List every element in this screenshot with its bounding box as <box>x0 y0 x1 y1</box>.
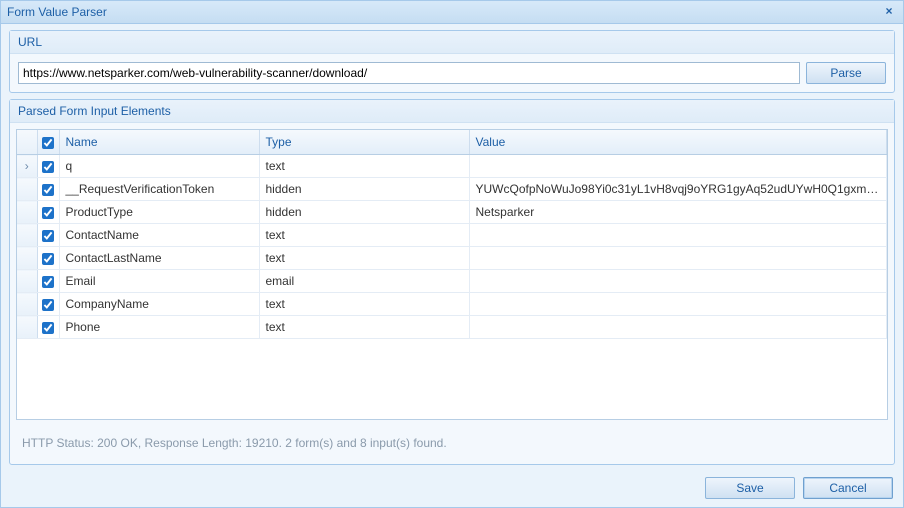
table-row[interactable]: CompanyNametext <box>17 293 887 316</box>
cell-value <box>469 247 887 270</box>
url-section: URL Parse <box>9 30 895 93</box>
dialog-footer: Save Cancel <box>1 471 903 507</box>
cell-value <box>469 224 887 247</box>
row-indicator <box>17 316 37 339</box>
parsed-section: Parsed Form Input Elements Name Type Val… <box>9 99 895 465</box>
row-indicator <box>17 178 37 201</box>
cell-value <box>469 316 887 339</box>
row-indicator <box>17 247 37 270</box>
table-row[interactable]: ProductTypehiddenNetsparker <box>17 201 887 224</box>
cell-type: text <box>259 316 469 339</box>
cell-value: YUWcQofpNoWuJo98Yi0c31yL1vH8vqj9oYRG1gyA… <box>469 178 887 201</box>
cell-name: Phone <box>59 316 259 339</box>
row-check-cell[interactable] <box>37 155 59 178</box>
row-checkbox[interactable] <box>42 184 54 196</box>
table-row[interactable]: ContactLastNametext <box>17 247 887 270</box>
cell-value <box>469 155 887 178</box>
row-check-cell[interactable] <box>37 178 59 201</box>
row-checkbox[interactable] <box>42 299 54 311</box>
row-checkbox[interactable] <box>42 276 54 288</box>
cell-type: text <box>259 155 469 178</box>
cell-name: CompanyName <box>59 293 259 316</box>
url-section-title: URL <box>10 31 894 54</box>
form-elements-grid: Name Type Value ›qtext__RequestVerificat… <box>16 129 888 420</box>
cell-name: ContactLastName <box>59 247 259 270</box>
table-row[interactable]: › qtext <box>17 155 887 178</box>
cell-type: hidden <box>259 201 469 224</box>
form-value-parser-window: Form Value Parser × URL Parse Parsed For… <box>0 0 904 508</box>
form-elements-table: Name Type Value ›qtext__RequestVerificat… <box>17 130 887 339</box>
status-text: HTTP Status: 200 OK, Response Length: 19… <box>10 426 894 464</box>
row-checkbox[interactable] <box>42 207 54 219</box>
cell-type: email <box>259 270 469 293</box>
cell-name: Email <box>59 270 259 293</box>
titlebar: Form Value Parser × <box>1 1 903 24</box>
url-input[interactable] <box>18 62 800 84</box>
col-name[interactable]: Name <box>59 130 259 155</box>
table-row[interactable]: ContactNametext <box>17 224 887 247</box>
row-checkbox[interactable] <box>42 230 54 242</box>
cell-value <box>469 293 887 316</box>
col-type[interactable]: Type <box>259 130 469 155</box>
window-title: Form Value Parser <box>7 5 107 19</box>
table-row[interactable]: Emailemail <box>17 270 887 293</box>
cell-value: Netsparker <box>469 201 887 224</box>
row-check-cell[interactable] <box>37 316 59 339</box>
row-checkbox[interactable] <box>42 322 54 334</box>
row-indicator <box>17 224 37 247</box>
row-indicator <box>17 201 37 224</box>
row-check-cell[interactable] <box>37 270 59 293</box>
cell-type: text <box>259 293 469 316</box>
save-button[interactable]: Save <box>705 477 795 499</box>
col-value[interactable]: Value <box>469 130 887 155</box>
col-row-indicator <box>17 130 37 155</box>
row-indicator <box>17 270 37 293</box>
row-check-cell[interactable] <box>37 293 59 316</box>
url-section-body: Parse <box>10 54 894 92</box>
row-indicator <box>17 293 37 316</box>
table-row[interactable]: Phonetext <box>17 316 887 339</box>
col-check-all[interactable] <box>37 130 59 155</box>
check-all-checkbox[interactable] <box>42 137 54 149</box>
table-row[interactable]: __RequestVerificationTokenhiddenYUWcQofp… <box>17 178 887 201</box>
row-indicator: › <box>17 155 37 178</box>
close-icon[interactable]: × <box>881 3 897 19</box>
cell-name: q <box>59 155 259 178</box>
grid-empty-area <box>17 339 887 419</box>
cell-value <box>469 270 887 293</box>
table-header-row: Name Type Value <box>17 130 887 155</box>
parsed-section-title: Parsed Form Input Elements <box>10 100 894 123</box>
row-check-cell[interactable] <box>37 247 59 270</box>
cell-name: __RequestVerificationToken <box>59 178 259 201</box>
cancel-button[interactable]: Cancel <box>803 477 893 499</box>
cell-type: text <box>259 247 469 270</box>
cell-type: text <box>259 224 469 247</box>
cell-name: ContactName <box>59 224 259 247</box>
row-checkbox[interactable] <box>42 253 54 265</box>
row-checkbox[interactable] <box>42 161 54 173</box>
parse-button[interactable]: Parse <box>806 62 886 84</box>
table-body: ›qtext__RequestVerificationTokenhiddenYU… <box>17 155 887 339</box>
row-check-cell[interactable] <box>37 201 59 224</box>
row-check-cell[interactable] <box>37 224 59 247</box>
cell-name: ProductType <box>59 201 259 224</box>
cell-type: hidden <box>259 178 469 201</box>
